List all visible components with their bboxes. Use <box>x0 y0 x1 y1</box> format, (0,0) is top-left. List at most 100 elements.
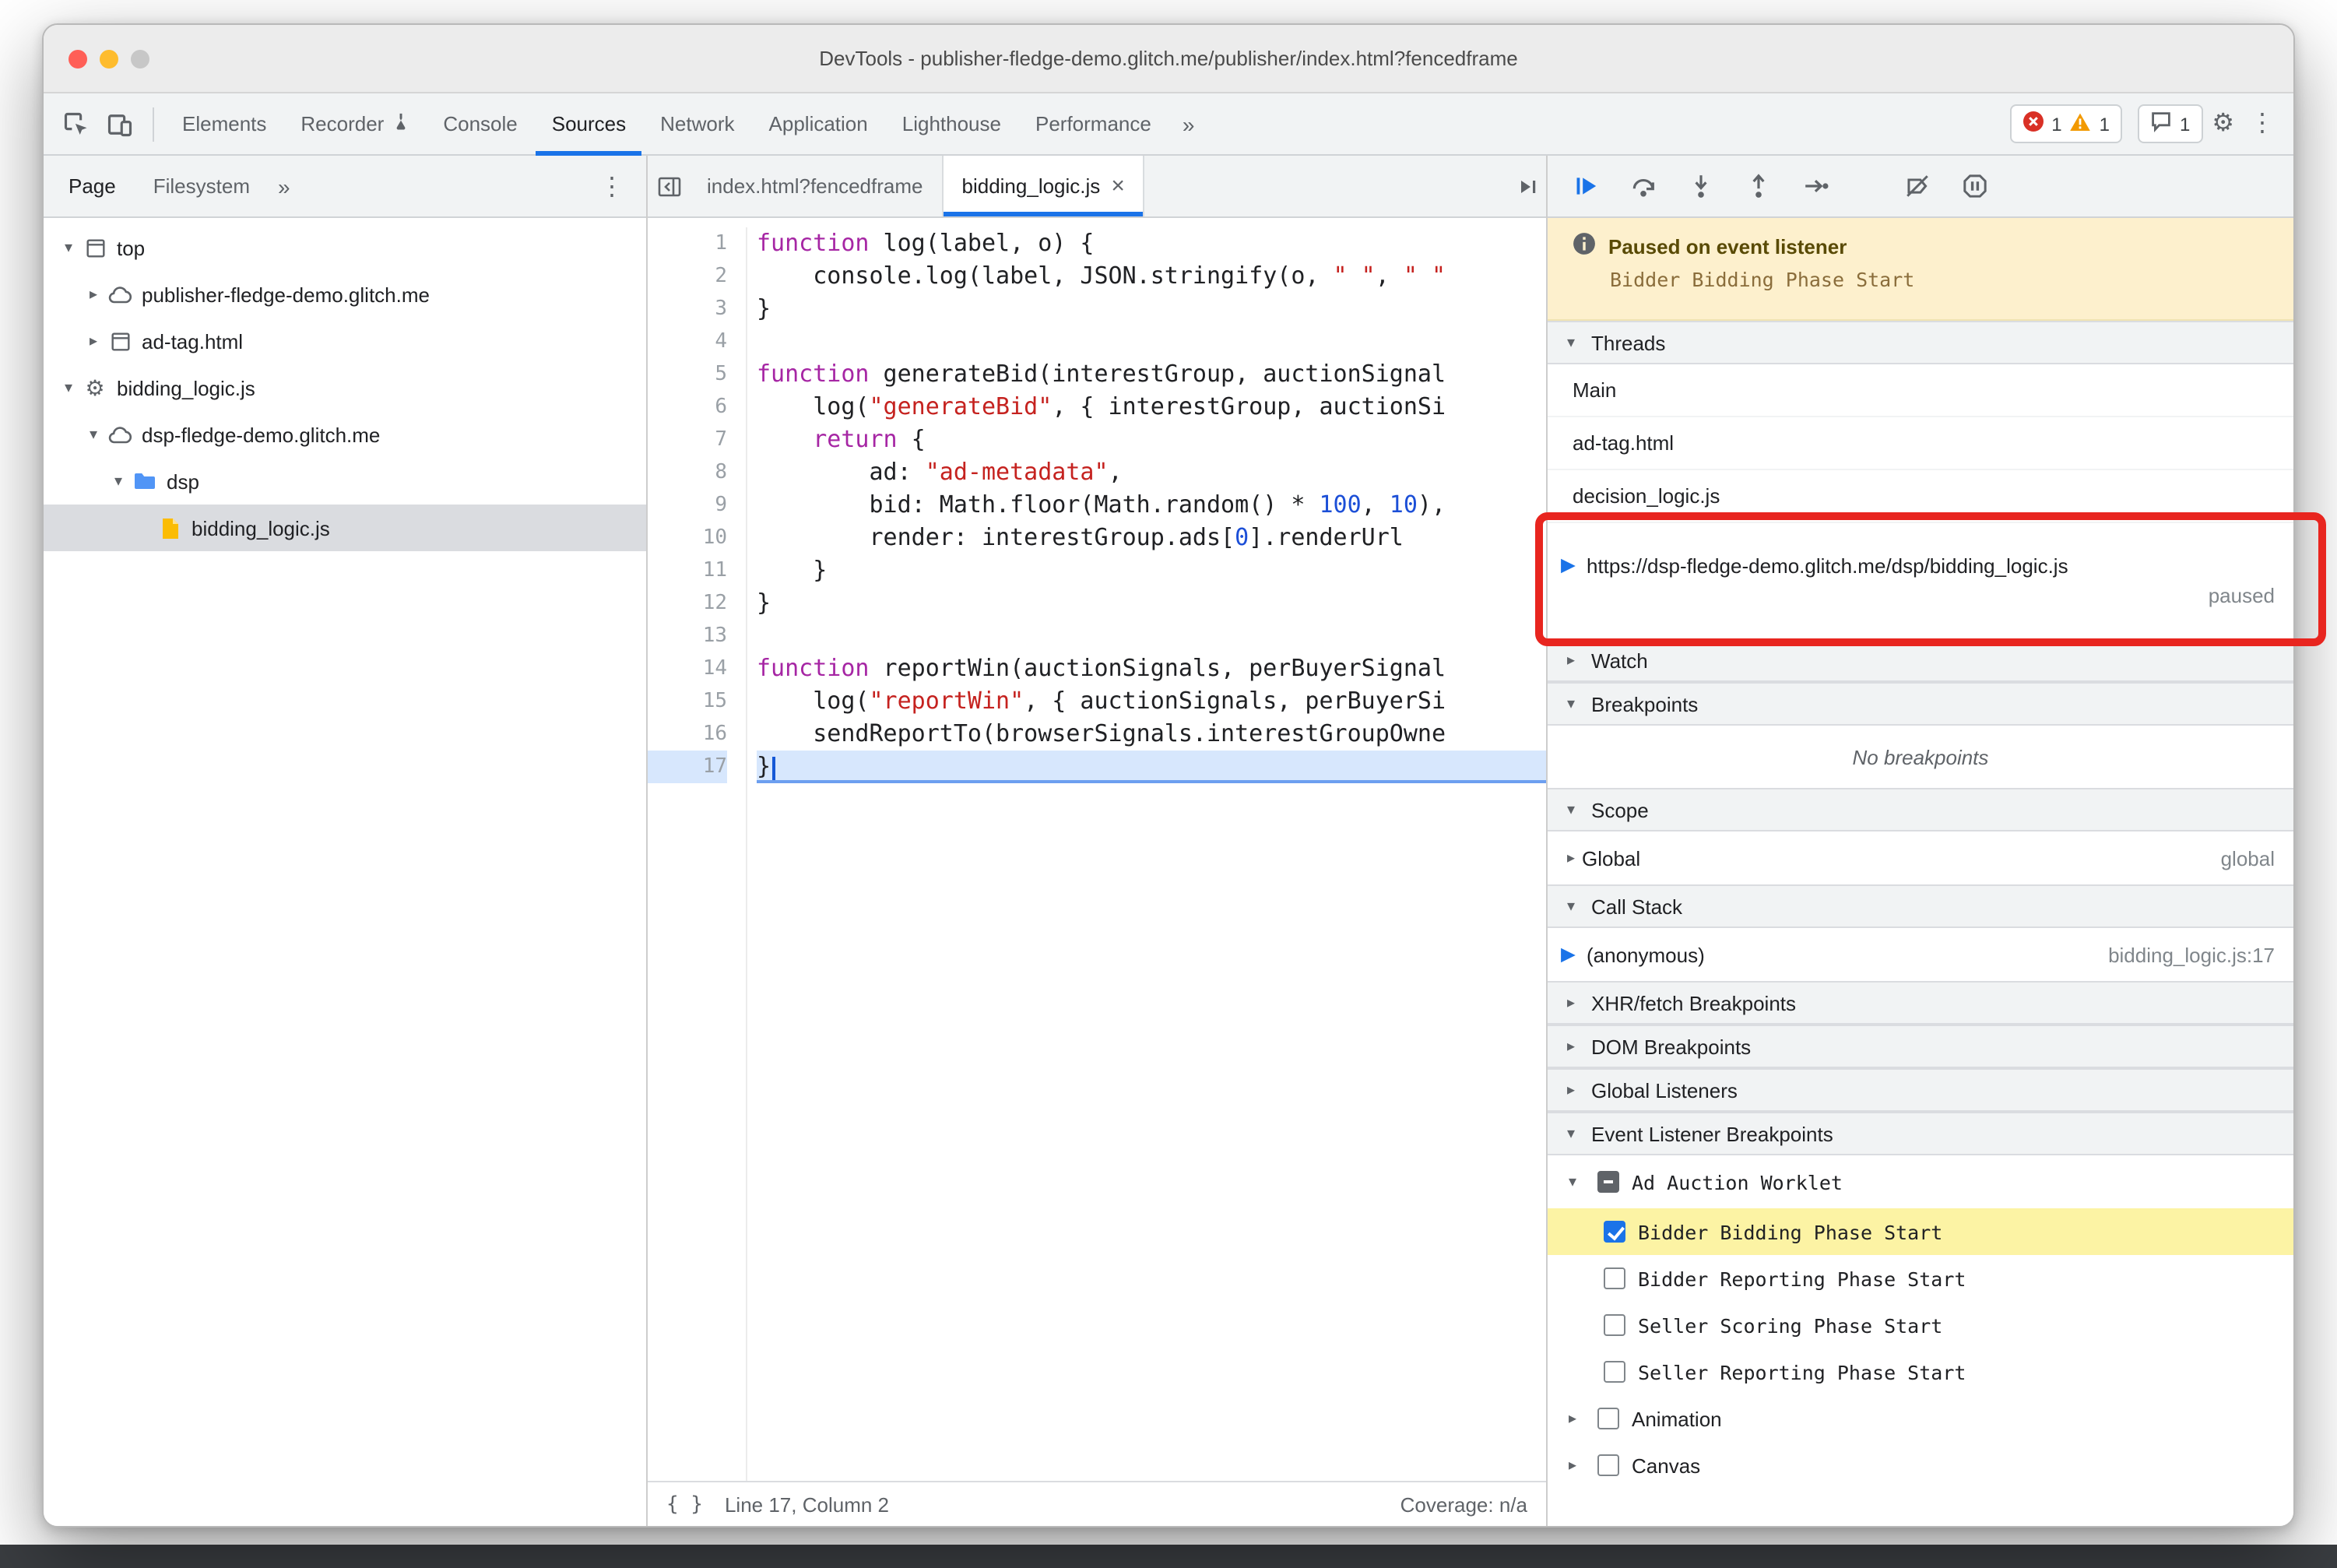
code-editor[interactable]: 1 2 3 4 5 6 7 8 9 10 11 12 13 14 15 16 17 function log(l… <box>648 218 1546 1481</box>
disclosure-closed-icon[interactable]: ▸ <box>1560 1457 1585 1474</box>
line-number[interactable]: 10 <box>648 522 727 554</box>
xhr-breakpoints-section-header[interactable]: ▸ XHR/fetch Breakpoints <box>1548 981 2293 1025</box>
thread-item-main[interactable]: Main <box>1548 364 2293 417</box>
threads-section-header[interactable]: ▾ Threads <box>1548 321 2293 364</box>
tab-recorder[interactable]: Recorder <box>285 93 424 155</box>
line-number[interactable]: 7 <box>648 424 727 456</box>
checkbox-indeterminate[interactable] <box>1597 1171 1619 1193</box>
line-number[interactable]: 6 <box>648 391 727 424</box>
line-number[interactable]: 8 <box>648 456 727 489</box>
scope-section-header[interactable]: ▾ Scope <box>1548 788 2293 831</box>
issues-badge[interactable]: 1 <box>2137 104 2203 143</box>
editor-tab-index-html[interactable]: index.html?fencedframe <box>688 156 944 216</box>
close-tab-icon[interactable]: × <box>1111 173 1125 199</box>
line-number[interactable]: 1 <box>648 227 727 260</box>
elb-item-bidder-bidding-phase-start[interactable]: Bidder Bidding Phase Start <box>1548 1208 2293 1255</box>
line-number[interactable]: 9 <box>648 489 727 522</box>
elb-group-ad-auction-worklet[interactable]: ▾ Ad Auction Worklet <box>1548 1155 2293 1208</box>
elb-category-animation[interactable]: ▸ Animation <box>1548 1395 2293 1442</box>
tab-page[interactable]: Page <box>50 155 135 217</box>
global-listeners-section-header[interactable]: ▸ Global Listeners <box>1548 1068 2293 1112</box>
disclosure-closed-icon[interactable]: ▸ <box>81 332 106 350</box>
checkbox-unchecked[interactable] <box>1604 1314 1625 1336</box>
elb-item-seller-scoring-phase-start[interactable]: Seller Scoring Phase Start <box>1548 1302 2293 1348</box>
breakpoints-section-header[interactable]: ▾ Breakpoints <box>1548 682 2293 726</box>
minimize-window-button[interactable] <box>100 49 118 68</box>
elb-item-seller-reporting-phase-start[interactable]: Seller Reporting Phase Start <box>1548 1348 2293 1395</box>
disclosure-open-icon[interactable]: ▾ <box>56 239 81 256</box>
resume-button[interactable] <box>1566 167 1605 206</box>
navigator-menu-button[interactable]: ⋮ <box>584 171 640 202</box>
step-over-button[interactable] <box>1624 167 1663 206</box>
checkbox-unchecked[interactable] <box>1604 1267 1625 1289</box>
more-navigator-tabs-button[interactable]: » <box>269 155 300 217</box>
disclosure-open-icon[interactable]: ▾ <box>56 379 81 396</box>
code-lines[interactable]: function log(label, o) { console.log(lab… <box>747 227 1546 1481</box>
editor-overflow-icon[interactable] <box>1509 167 1546 205</box>
tree-item-bidding-logic-worklet[interactable]: ▾ ⚙ bidding_logic.js <box>44 364 646 411</box>
device-toolbar-button[interactable] <box>100 104 140 144</box>
disclosure-closed-icon[interactable]: ▸ <box>1560 849 1582 867</box>
watch-section-header[interactable]: ▸ Watch <box>1548 638 2293 682</box>
tab-network[interactable]: Network <box>645 93 750 155</box>
tab-elements[interactable]: Elements <box>167 93 282 155</box>
tab-sources[interactable]: Sources <box>536 93 641 155</box>
line-number[interactable]: 12 <box>648 587 727 620</box>
disclosure-closed-icon[interactable]: ▸ <box>1560 1410 1585 1427</box>
inspect-element-button[interactable] <box>56 104 97 144</box>
thread-item-bidding-logic-paused[interactable]: https://dsp-fledge-demo.glitch.me/dsp/bi… <box>1548 523 2293 638</box>
editor-tab-bidding-logic[interactable]: bidding_logic.js × <box>943 156 1145 216</box>
line-number-gutter[interactable]: 1 2 3 4 5 6 7 8 9 10 11 12 13 14 15 16 17 <box>648 227 747 1481</box>
line-number[interactable]: 15 <box>648 685 727 718</box>
line-number[interactable]: 16 <box>648 718 727 751</box>
disclosure-closed-icon[interactable]: ▸ <box>81 286 106 303</box>
step-into-button[interactable] <box>1682 167 1720 206</box>
line-number[interactable]: 14 <box>648 652 727 685</box>
event-listener-breakpoints-section-header[interactable]: ▾ Event Listener Breakpoints <box>1548 1112 2293 1155</box>
checkbox-unchecked[interactable] <box>1604 1361 1625 1383</box>
tab-application[interactable]: Application <box>754 93 884 155</box>
pause-on-exceptions-button[interactable] <box>1956 167 1994 206</box>
line-number[interactable]: 11 <box>648 554 727 587</box>
settings-gear-button[interactable]: ⚙ <box>2205 105 2240 142</box>
thread-item-decision-logic[interactable]: decision_logic.js <box>1548 470 2293 523</box>
tree-item-publisher-origin[interactable]: ▸ publisher-fledge-demo.glitch.me <box>44 271 646 318</box>
checkbox-unchecked[interactable] <box>1597 1454 1619 1476</box>
disclosure-open-icon[interactable]: ▾ <box>81 426 106 443</box>
step-button[interactable] <box>1797 167 1836 206</box>
tree-item-dsp-origin[interactable]: ▾ dsp-fledge-demo.glitch.me <box>44 411 646 458</box>
scope-global-row[interactable]: ▸ Global global <box>1548 831 2293 884</box>
call-stack-section-header[interactable]: ▾ Call Stack <box>1548 884 2293 928</box>
line-number[interactable]: 5 <box>648 358 727 391</box>
checkbox-unchecked[interactable] <box>1597 1408 1619 1429</box>
line-number[interactable]: 4 <box>648 325 727 358</box>
more-panels-button[interactable]: » <box>1170 93 1207 155</box>
pretty-print-button[interactable]: { } <box>666 1493 703 1517</box>
tree-item-top[interactable]: ▾ top <box>44 224 646 271</box>
line-number[interactable]: 17 <box>648 751 727 783</box>
zoom-window-button[interactable] <box>131 49 149 68</box>
navigator-toggle-icon[interactable] <box>651 167 688 205</box>
errors-warnings-badge[interactable]: 1 1 <box>2009 104 2122 143</box>
tab-lighthouse[interactable]: Lighthouse <box>887 93 1017 155</box>
tree-item-bidding-logic-file[interactable]: bidding_logic.js <box>44 505 646 551</box>
deactivate-breakpoints-button[interactable] <box>1898 167 1937 206</box>
disclosure-open-icon[interactable]: ▾ <box>106 473 131 490</box>
checkbox-checked[interactable] <box>1604 1221 1625 1243</box>
thread-item-ad-tag[interactable]: ad-tag.html <box>1548 417 2293 470</box>
tab-performance[interactable]: Performance <box>1020 93 1167 155</box>
tab-filesystem[interactable]: Filesystem <box>135 155 269 217</box>
line-number[interactable]: 13 <box>648 620 727 652</box>
tab-console[interactable]: Console <box>427 93 532 155</box>
step-out-button[interactable] <box>1739 167 1778 206</box>
tree-item-dsp-folder[interactable]: ▾ dsp <box>44 458 646 505</box>
tree-item-ad-tag[interactable]: ▸ ad-tag.html <box>44 318 646 364</box>
line-number[interactable]: 2 <box>648 260 727 293</box>
disclosure-open-icon[interactable]: ▾ <box>1560 1173 1585 1190</box>
line-number[interactable]: 3 <box>648 293 727 325</box>
kebab-menu-button[interactable]: ⋮ <box>2244 105 2281 142</box>
close-window-button[interactable] <box>69 49 87 68</box>
elb-category-canvas[interactable]: ▸ Canvas <box>1548 1442 2293 1489</box>
dom-breakpoints-section-header[interactable]: ▸ DOM Breakpoints <box>1548 1025 2293 1068</box>
elb-item-bidder-reporting-phase-start[interactable]: Bidder Reporting Phase Start <box>1548 1255 2293 1302</box>
